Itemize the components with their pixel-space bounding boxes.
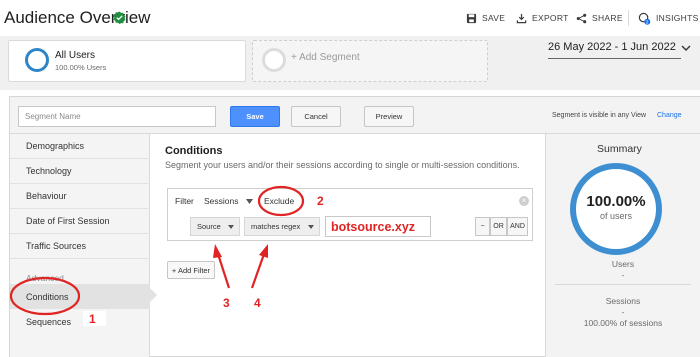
dimension-dropdown[interactable]: Source [190, 217, 240, 236]
empty-segment-ring-icon [262, 48, 286, 72]
summary-of-users: of users [599, 211, 632, 221]
save-segment-button[interactable]: Save [230, 106, 280, 127]
nav-item-date-of-first-session[interactable]: Date of First Session [10, 209, 150, 234]
export-button[interactable]: EXPORT [516, 11, 569, 25]
export-label: EXPORT [532, 13, 569, 23]
nav-item-traffic-sources[interactable]: Traffic Sources [10, 234, 150, 259]
add-filter-button[interactable]: + Add Filter [167, 261, 215, 279]
nav-advanced-heading: Advanced [26, 273, 64, 283]
operator-label: matches regex [251, 222, 301, 231]
filter-mode-dropdown[interactable]: Exclude [264, 196, 294, 206]
annotation-number-1: 1 [89, 312, 96, 326]
filter-value-input[interactable] [325, 216, 431, 237]
filter-label: Filter [175, 196, 194, 206]
insights-icon: 2 [638, 12, 651, 25]
annotation-number-4: 4 [254, 296, 261, 310]
preview-button[interactable]: Preview [364, 106, 414, 127]
cancel-button[interactable]: Cancel [291, 106, 341, 127]
change-visibility-link[interactable]: Change [657, 112, 682, 119]
insights-button[interactable]: 2 INSIGHTS [638, 11, 699, 25]
summary-users-label: Users [611, 259, 635, 269]
remove-filter-icon[interactable]: × [519, 196, 529, 206]
share-icon [576, 13, 587, 23]
segment-name: All Users [55, 50, 96, 61]
summary-sessions-percentage: 100.00% of sessions [583, 318, 663, 328]
save-report-button[interactable]: SAVE [466, 11, 505, 25]
summary-sessions-label: Sessions [605, 296, 641, 306]
caret-down-icon [246, 199, 253, 204]
summary-title: Summary [597, 143, 642, 155]
annotation-number-3: 3 [223, 296, 230, 310]
filter-scope-dropdown[interactable]: Sessions [204, 196, 239, 206]
add-segment-card[interactable] [252, 40, 488, 82]
and-button[interactable]: AND [507, 217, 528, 236]
add-segment-label: + Add Segment [291, 52, 360, 63]
summary-sessions-value: - [621, 307, 625, 317]
chevron-down-icon[interactable] [681, 43, 691, 53]
share-label: SHARE [592, 13, 623, 23]
share-button[interactable]: SHARE [576, 11, 623, 25]
header-divider [628, 10, 629, 26]
nav-item-demographics[interactable]: Demographics [10, 134, 150, 159]
or-button[interactable]: OR [490, 217, 507, 236]
insights-badge: 2 [646, 19, 649, 24]
page-title: Audience Overview [4, 8, 151, 27]
nav-item-technology[interactable]: Technology [10, 159, 150, 184]
segment-ring-icon [25, 48, 49, 72]
summary-users-value: - [621, 270, 625, 280]
nav-item-behaviour[interactable]: Behaviour [10, 184, 150, 209]
date-range-picker[interactable]: 26 May 2022 - 1 Jun 2022 [548, 41, 676, 53]
insights-label: INSIGHTS [656, 13, 699, 23]
segment-name-input[interactable] [18, 106, 216, 127]
dimension-label: Source [197, 222, 221, 231]
nav-item-conditions[interactable]: Conditions [10, 284, 150, 309]
remove-condition-button[interactable]: − [475, 217, 490, 236]
summary-divider [555, 284, 691, 285]
export-icon [516, 13, 527, 23]
active-nav-pointer [150, 288, 157, 302]
visibility-text: Segment is visible in any View [552, 112, 647, 119]
caret-down-icon [308, 225, 314, 229]
summary-percentage: 100.00% [586, 193, 646, 210]
save-report-label: SAVE [482, 13, 506, 23]
save-icon [466, 13, 477, 23]
segment-percentage: 100.00% Users [55, 63, 107, 72]
caret-down-icon [228, 225, 234, 229]
verified-check-icon [113, 11, 126, 24]
annotation-number-2: 2 [317, 194, 324, 208]
nav-item-sequences[interactable]: Sequences [10, 309, 150, 334]
conditions-subtitle: Segment your users and/or their sessions… [165, 160, 520, 170]
conditions-title: Conditions [165, 145, 223, 157]
date-range-underline [548, 58, 681, 59]
operator-dropdown[interactable]: matches regex [244, 217, 320, 236]
